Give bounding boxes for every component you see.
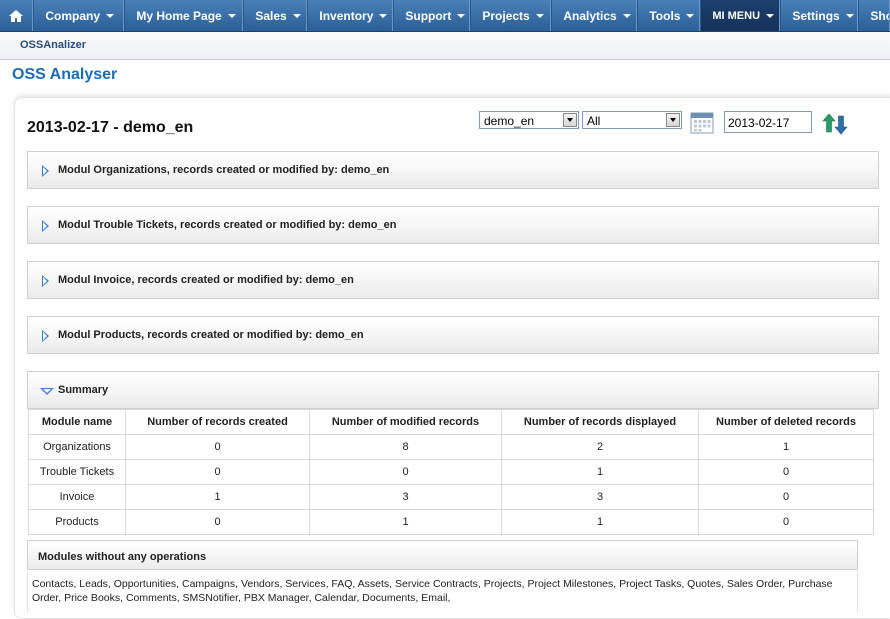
nav-company[interactable]: Company: [33, 0, 125, 31]
nav-mi-menu[interactable]: MI MENU: [700, 0, 781, 31]
summary-table: Module name Number of records created Nu…: [28, 409, 874, 535]
table-row: Products 0 1 1 0: [28, 509, 874, 535]
nav-support[interactable]: Support: [393, 0, 471, 31]
module-organizations-toggle[interactable]: Modul Organizations, records created or …: [27, 151, 879, 189]
filter-select[interactable]: All: [582, 111, 682, 129]
module-products-toggle[interactable]: Modul Products, records created or modif…: [27, 316, 879, 354]
home-button[interactable]: [0, 0, 34, 31]
nav-my-home-page[interactable]: My Home Page: [124, 0, 244, 31]
expand-arrow-icon: [42, 165, 49, 177]
chevron-down-icon: [379, 13, 388, 18]
chevron-down-icon: [106, 13, 115, 18]
nav-sho[interactable]: Sho: [858, 0, 890, 31]
col-deleted-records: Number of deleted records: [698, 409, 874, 435]
home-icon: [9, 9, 24, 22]
report-heading: 2013-02-17 - demo_en: [27, 119, 194, 136]
sub-navigation: OSSAnalizer: [0, 32, 890, 60]
top-navigation: Company My Home Page Sales Inventory Sup…: [0, 0, 890, 32]
nav-sales[interactable]: Sales: [243, 0, 308, 31]
col-records-displayed: Number of records displayed: [501, 409, 699, 435]
col-module-name: Module name: [28, 409, 126, 435]
dropdown-arrow-icon: [666, 113, 680, 127]
chevron-down-icon: [766, 13, 775, 18]
sort-arrows-icon[interactable]: [822, 112, 848, 136]
table-row: Invoice 1 3 3 0: [28, 484, 874, 510]
col-records-created: Number of records created: [125, 409, 310, 435]
chevron-down-icon: [292, 13, 301, 18]
nav-analytics[interactable]: Analytics: [551, 0, 638, 31]
nav-tools[interactable]: Tools: [637, 0, 701, 31]
nav-settings[interactable]: Settings: [780, 0, 859, 31]
page-title: OSS Analyser: [12, 66, 118, 83]
collapse-arrow-icon: [40, 388, 54, 395]
col-modified-records: Number of modified records: [309, 409, 502, 435]
dropdown-arrow-icon: [563, 113, 577, 127]
chevron-down-icon: [535, 13, 544, 18]
nav-inventory[interactable]: Inventory: [307, 0, 394, 31]
chevron-down-icon: [686, 13, 695, 18]
date-input[interactable]: 2013-02-17: [724, 111, 812, 133]
table-row: Organizations 0 8 2 1: [28, 434, 874, 460]
modules-without-operations-list: Contacts, Leads, Opportunities, Campaign…: [27, 572, 858, 612]
module-invoice-toggle[interactable]: Modul Invoice, records created or modifi…: [27, 261, 879, 299]
calendar-icon[interactable]: [690, 111, 714, 135]
ossanalizer-link[interactable]: OSSAnalizer: [20, 39, 86, 51]
summary-toggle[interactable]: Summary: [27, 371, 879, 409]
expand-arrow-icon: [42, 220, 49, 232]
chevron-down-icon: [845, 13, 854, 18]
expand-arrow-icon: [42, 275, 49, 287]
table-header-row: Module name Number of records created Nu…: [28, 409, 874, 435]
user-select[interactable]: demo_en: [479, 111, 579, 129]
table-row: Trouble Tickets 0 0 1 0: [28, 459, 874, 485]
chevron-down-icon: [457, 13, 466, 18]
modules-without-operations-header: Modules without any operations: [27, 540, 858, 570]
module-trouble-tickets-toggle[interactable]: Modul Trouble Tickets, records created o…: [27, 206, 879, 244]
expand-arrow-icon: [42, 330, 49, 342]
chevron-down-icon: [227, 13, 236, 18]
nav-projects[interactable]: Projects: [470, 0, 552, 31]
chevron-down-icon: [622, 13, 631, 18]
